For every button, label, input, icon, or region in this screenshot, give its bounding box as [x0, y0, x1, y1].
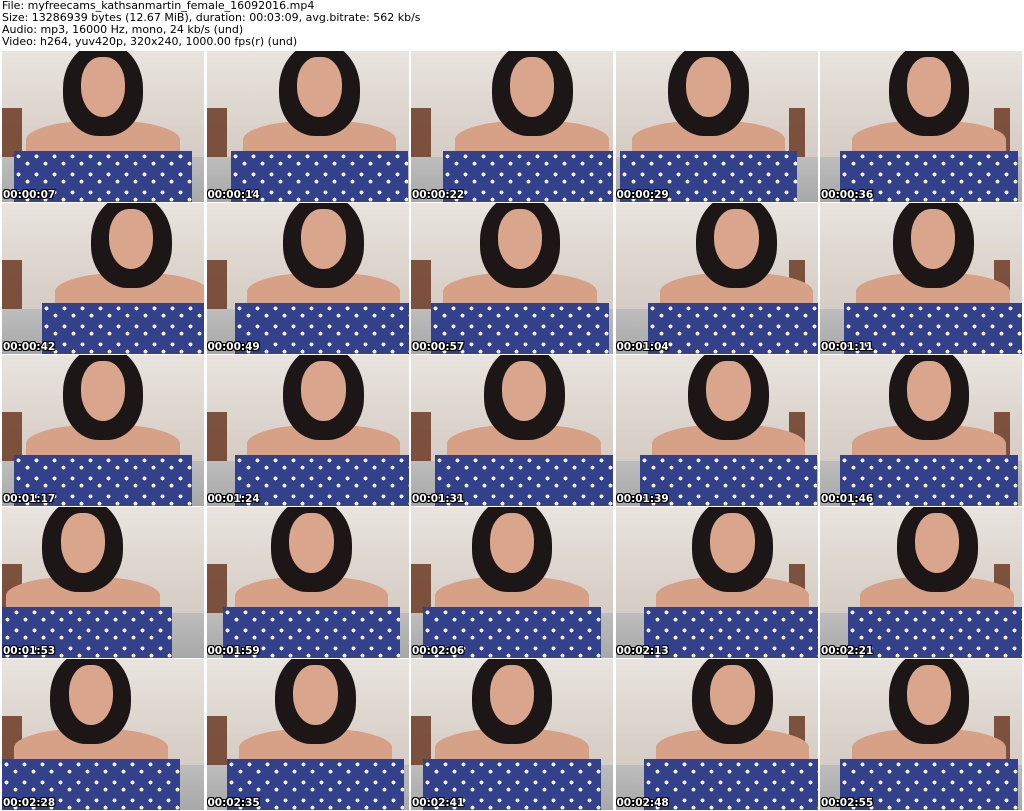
thumbnail-image [2, 507, 204, 658]
video-thumbnail: 00:00:14 [206, 51, 409, 202]
video-thumbnail: 00:00:36 [820, 51, 1022, 202]
thumbnail-timestamp: 00:00:29 [616, 189, 669, 201]
thumbnail-image [206, 203, 409, 354]
video-thumbnail: 00:02:41 [411, 659, 613, 810]
person-face [297, 57, 342, 118]
thumbnail-image [615, 507, 818, 658]
thumbnail-timestamp: 00:01:53 [3, 645, 56, 657]
person-face [686, 57, 731, 118]
patterned-top [848, 606, 1022, 658]
thumbnail-timestamp: 00:00:49 [207, 341, 260, 353]
thumbnail-image [615, 203, 818, 354]
thumbnail-image [2, 51, 204, 202]
video-thumbnail: 00:01:24 [206, 355, 409, 506]
thumbnail-timestamp: 00:01:11 [821, 341, 874, 353]
video-thumbnail: 00:00:07 [2, 51, 204, 202]
thumbnail-image [206, 51, 409, 202]
thumbnail-image [411, 203, 613, 354]
thumbnail-image [411, 507, 613, 658]
video-thumbnail: 00:01:04 [615, 203, 818, 354]
thumbnail-image [820, 355, 1022, 506]
thumbnail-image [820, 203, 1022, 354]
patterned-top [643, 758, 818, 810]
person-face [289, 513, 334, 574]
video-thumbnail: 00:01:46 [820, 355, 1022, 506]
patterned-top [234, 454, 409, 506]
video-thumbnail: 00:00:49 [206, 203, 409, 354]
video-thumbnail: 00:01:39 [615, 355, 818, 506]
thumbnail-grid: 00:00:07 00:00:14 00:00:22 00:00:29 00:0… [2, 51, 1022, 810]
video-thumbnail: 00:02:35 [206, 659, 409, 810]
thumbnail-timestamp: 00:02:13 [616, 645, 669, 657]
person-face [706, 361, 751, 422]
thumbnail-image [820, 51, 1022, 202]
person-face [60, 513, 106, 574]
thumbnail-image [2, 355, 204, 506]
thumbnail-image [820, 507, 1022, 658]
person-face [301, 209, 346, 270]
patterned-top [234, 302, 409, 354]
video-thumbnail: 00:00:29 [615, 51, 818, 202]
thumbnail-timestamp: 00:00:57 [412, 341, 465, 353]
patterned-top [42, 302, 204, 354]
thumbnail-timestamp: 00:02:28 [3, 797, 56, 809]
patterned-top [647, 302, 818, 354]
video-info-line: Video: h264, yuv420p, 320x240, 1000.00 f… [2, 35, 298, 48]
video-thumbnail: 00:01:59 [206, 507, 409, 658]
thumbnail-image [615, 355, 818, 506]
thumbnail-timestamp: 00:02:06 [412, 645, 465, 657]
video-thumbnail: 00:01:17 [2, 355, 204, 506]
thumbnail-image [206, 355, 409, 506]
thumbnail-image [2, 203, 204, 354]
file-info-header: File: myfreecams_kathsanmartin_female_16… [2, 0, 1022, 50]
thumbnail-image [206, 659, 409, 810]
video-thumbnail: 00:02:55 [820, 659, 1022, 810]
patterned-top [643, 606, 818, 658]
video-thumbnail: 00:01:53 [2, 507, 204, 658]
thumbnail-timestamp: 00:02:55 [821, 797, 874, 809]
video-thumbnail: 00:02:28 [2, 659, 204, 810]
thumbnail-timestamp: 00:01:59 [207, 645, 260, 657]
thumbnail-timestamp: 00:01:17 [3, 493, 56, 505]
video-thumbnail: 00:00:42 [2, 203, 204, 354]
thumbnail-image [615, 659, 818, 810]
thumbnail-image [2, 659, 204, 810]
thumbnail-image [411, 355, 613, 506]
video-thumbnail: 00:02:48 [615, 659, 818, 810]
person-face [68, 665, 114, 726]
thumbnail-image [615, 51, 818, 202]
thumbnail-timestamp: 00:02:41 [412, 797, 465, 809]
patterned-top [443, 150, 613, 202]
person-face [293, 665, 338, 726]
video-thumbnail: 00:02:21 [820, 507, 1022, 658]
thumbnail-image [411, 659, 613, 810]
person-face [710, 665, 755, 726]
thumbnail-timestamp: 00:00:42 [3, 341, 56, 353]
person-face [714, 209, 759, 270]
thumbnail-timestamp: 00:01:46 [821, 493, 874, 505]
thumbnail-timestamp: 00:02:48 [616, 797, 669, 809]
thumbnail-timestamp: 00:02:21 [821, 645, 874, 657]
person-face [710, 513, 755, 574]
thumbnail-timestamp: 00:01:24 [207, 493, 260, 505]
video-thumbnail: 00:01:31 [411, 355, 613, 506]
thumbnail-timestamp: 00:01:04 [616, 341, 669, 353]
thumbnail-image [820, 659, 1022, 810]
video-thumbnail: 00:02:06 [411, 507, 613, 658]
thumbnail-timestamp: 00:01:39 [616, 493, 669, 505]
thumbnail-timestamp: 00:00:14 [207, 189, 260, 201]
thumbnail-timestamp: 00:02:35 [207, 797, 260, 809]
video-thumbnail: 00:02:13 [615, 507, 818, 658]
thumbnail-timestamp: 00:00:36 [821, 189, 874, 201]
video-thumbnail: 00:00:22 [411, 51, 613, 202]
thumbnail-timestamp: 00:01:31 [412, 493, 465, 505]
video-thumbnail: 00:01:11 [820, 203, 1022, 354]
person-face [301, 361, 346, 422]
thumbnail-timestamp: 00:00:22 [412, 189, 465, 201]
thumbnail-image [206, 507, 409, 658]
video-thumbnail: 00:00:57 [411, 203, 613, 354]
thumbnail-timestamp: 00:00:07 [3, 189, 56, 201]
thumbnail-image [411, 51, 613, 202]
